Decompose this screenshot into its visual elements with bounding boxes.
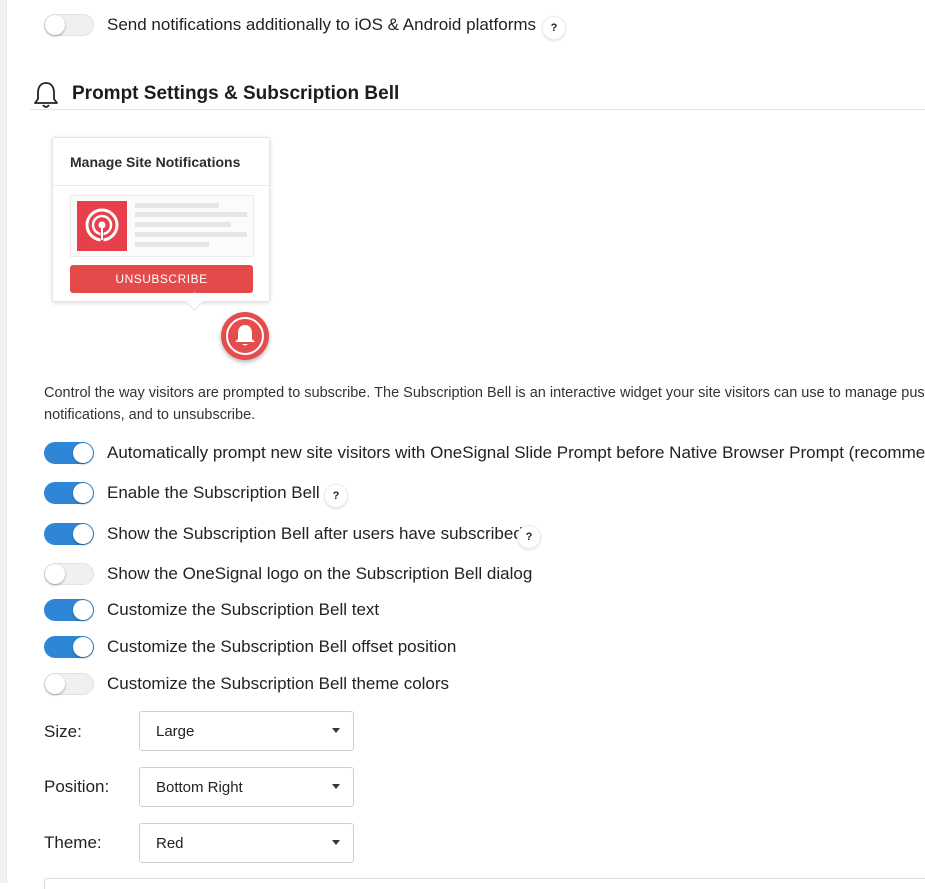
- section-divider: [30, 109, 925, 110]
- auto-prompt-toggle[interactable]: [44, 442, 94, 464]
- toggle-knob: [73, 443, 93, 463]
- toggle-knob: [73, 637, 93, 657]
- toggle-knob: [73, 483, 93, 503]
- position-label: Position:: [44, 777, 110, 796]
- show-logo-toggle[interactable]: [44, 563, 94, 585]
- placeholder-line: [135, 232, 247, 237]
- onesignal-logo-icon: [85, 208, 119, 242]
- size-select-value: Large: [156, 723, 195, 740]
- preview-notification-image: [77, 201, 127, 251]
- placeholder-line: [135, 203, 219, 208]
- size-select[interactable]: Large: [139, 711, 354, 751]
- placeholder-line: [135, 222, 231, 227]
- mobile-platforms-help-icon[interactable]: ?: [542, 16, 566, 40]
- customize-colors-label: Customize the Subscription Bell theme co…: [107, 674, 450, 693]
- theme-label: Theme:: [44, 833, 102, 852]
- chevron-down-icon: [332, 840, 340, 845]
- subscription-bell-button: [221, 312, 269, 360]
- customize-offset-toggle[interactable]: [44, 636, 94, 658]
- customize-text-label: Customize the Subscription Bell text: [107, 600, 380, 619]
- show-logo-label: Show the OneSignal logo on the Subscript…: [107, 564, 533, 583]
- bell-outline-icon: [32, 80, 60, 110]
- toggle-knob: [73, 524, 93, 544]
- size-label: Size:: [44, 722, 82, 741]
- enable-bell-label: Enable the Subscription Bell: [107, 483, 320, 502]
- toggle-knob: [45, 15, 65, 35]
- next-panel-edge: [44, 878, 925, 889]
- left-border: [0, 0, 7, 883]
- show-bell-after-subscribe-help-icon[interactable]: ?: [517, 525, 541, 549]
- section-description: Control the way visitors are prompted to…: [44, 385, 925, 423]
- customize-offset-label: Customize the Subscription Bell offset p…: [107, 637, 457, 656]
- toggle-knob: [45, 564, 65, 584]
- mobile-platforms-toggle[interactable]: [44, 14, 94, 36]
- subscription-bell-preview: Manage Site Notifications UNSUBSCRIBE: [52, 137, 270, 302]
- enable-bell-toggle[interactable]: [44, 482, 94, 504]
- customize-colors-toggle[interactable]: [44, 673, 94, 695]
- theme-select[interactable]: Red: [139, 823, 354, 863]
- position-select[interactable]: Bottom Right: [139, 767, 354, 807]
- placeholder-line: [135, 242, 209, 247]
- position-select-value: Bottom Right: [156, 779, 243, 796]
- toggle-knob: [73, 600, 93, 620]
- theme-select-value: Red: [156, 835, 184, 852]
- preview-separator: [53, 185, 269, 186]
- mobile-platforms-label: Send notifications additionally to iOS &…: [107, 15, 537, 34]
- preview-notification: [70, 195, 254, 257]
- show-bell-after-subscribe-label: Show the Subscription Bell after users h…: [107, 524, 523, 543]
- preview-dialog-title: Manage Site Notifications: [70, 154, 241, 170]
- toggle-knob: [45, 674, 65, 694]
- chevron-down-icon: [332, 728, 340, 733]
- show-bell-after-subscribe-toggle[interactable]: [44, 523, 94, 545]
- section-title: Prompt Settings & Subscription Bell: [72, 83, 400, 104]
- customize-text-toggle[interactable]: [44, 599, 94, 621]
- bell-icon: [226, 317, 264, 355]
- chevron-down-icon: [332, 784, 340, 789]
- auto-prompt-label: Automatically prompt new site visitors w…: [107, 443, 925, 462]
- enable-bell-help-icon[interactable]: ?: [324, 484, 348, 508]
- preview-unsubscribe-button: UNSUBSCRIBE: [70, 265, 253, 293]
- placeholder-line: [135, 212, 247, 217]
